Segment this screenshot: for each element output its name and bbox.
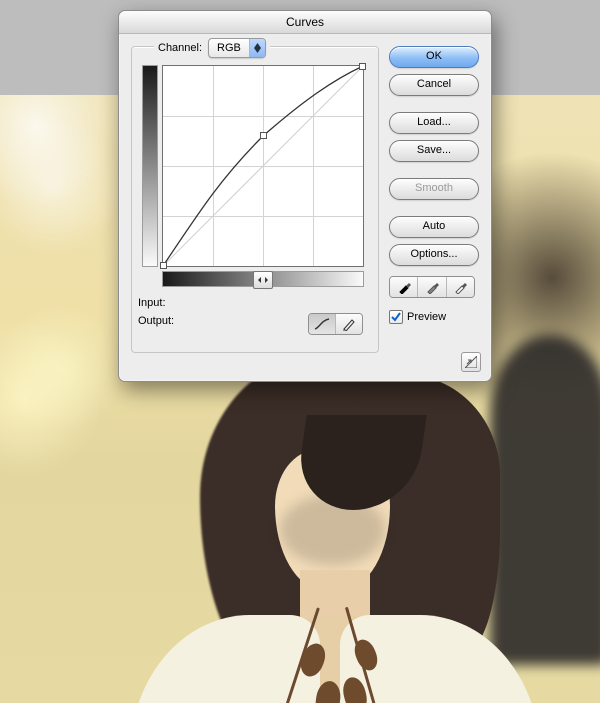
dialog-title: Curves	[119, 11, 491, 34]
output-gradient	[142, 65, 158, 267]
curves-dialog: Curves Channel: RGB	[118, 10, 492, 382]
eyedropper-gray-button[interactable]	[417, 277, 445, 297]
curve-icon	[314, 317, 330, 331]
cancel-button[interactable]: Cancel	[389, 74, 479, 96]
channel-select[interactable]: RGB	[208, 38, 266, 58]
input-gradient[interactable]	[162, 271, 364, 287]
stepper-arrows-icon	[249, 39, 265, 57]
curve-draw-mode	[308, 313, 363, 335]
pencil-mode-button[interactable]	[335, 314, 362, 334]
eyedropper-gray-icon	[425, 280, 439, 294]
curve-group: Channel: RGB	[131, 46, 379, 353]
eyedropper-white-icon	[453, 280, 467, 294]
save-button[interactable]: Save...	[389, 140, 479, 162]
gradient-midpoint-handle[interactable]	[253, 271, 273, 289]
dialog-size-toggle-icon	[465, 356, 477, 368]
auto-button[interactable]: Auto	[389, 216, 479, 238]
eyedropper-group	[389, 276, 475, 298]
eyedropper-black-button[interactable]	[390, 277, 417, 297]
dialog-size-toggle[interactable]	[461, 352, 481, 372]
options-button[interactable]: Options...	[389, 244, 479, 266]
input-label: Input:	[138, 297, 166, 309]
curve-grid[interactable]	[162, 65, 364, 267]
curve-mode-button[interactable]	[309, 314, 335, 334]
channel-label: Channel:	[158, 42, 202, 54]
curve-path[interactable]	[163, 66, 363, 266]
smooth-button: Smooth	[389, 178, 479, 200]
eyedropper-black-icon	[397, 280, 411, 294]
output-label: Output:	[138, 315, 174, 327]
ok-button[interactable]: OK	[389, 46, 479, 68]
checkmark-icon	[391, 312, 401, 322]
preview-checkbox[interactable]	[389, 310, 403, 324]
channel-select-value: RGB	[209, 42, 249, 54]
load-button[interactable]: Load...	[389, 112, 479, 134]
curve-point-shadow[interactable]	[160, 262, 167, 269]
preview-label: Preview	[407, 311, 446, 323]
eyedropper-white-button[interactable]	[446, 277, 474, 297]
curve-point-highlight[interactable]	[359, 63, 366, 70]
pencil-icon	[341, 317, 357, 331]
curve-point-midtone[interactable]	[260, 132, 267, 139]
